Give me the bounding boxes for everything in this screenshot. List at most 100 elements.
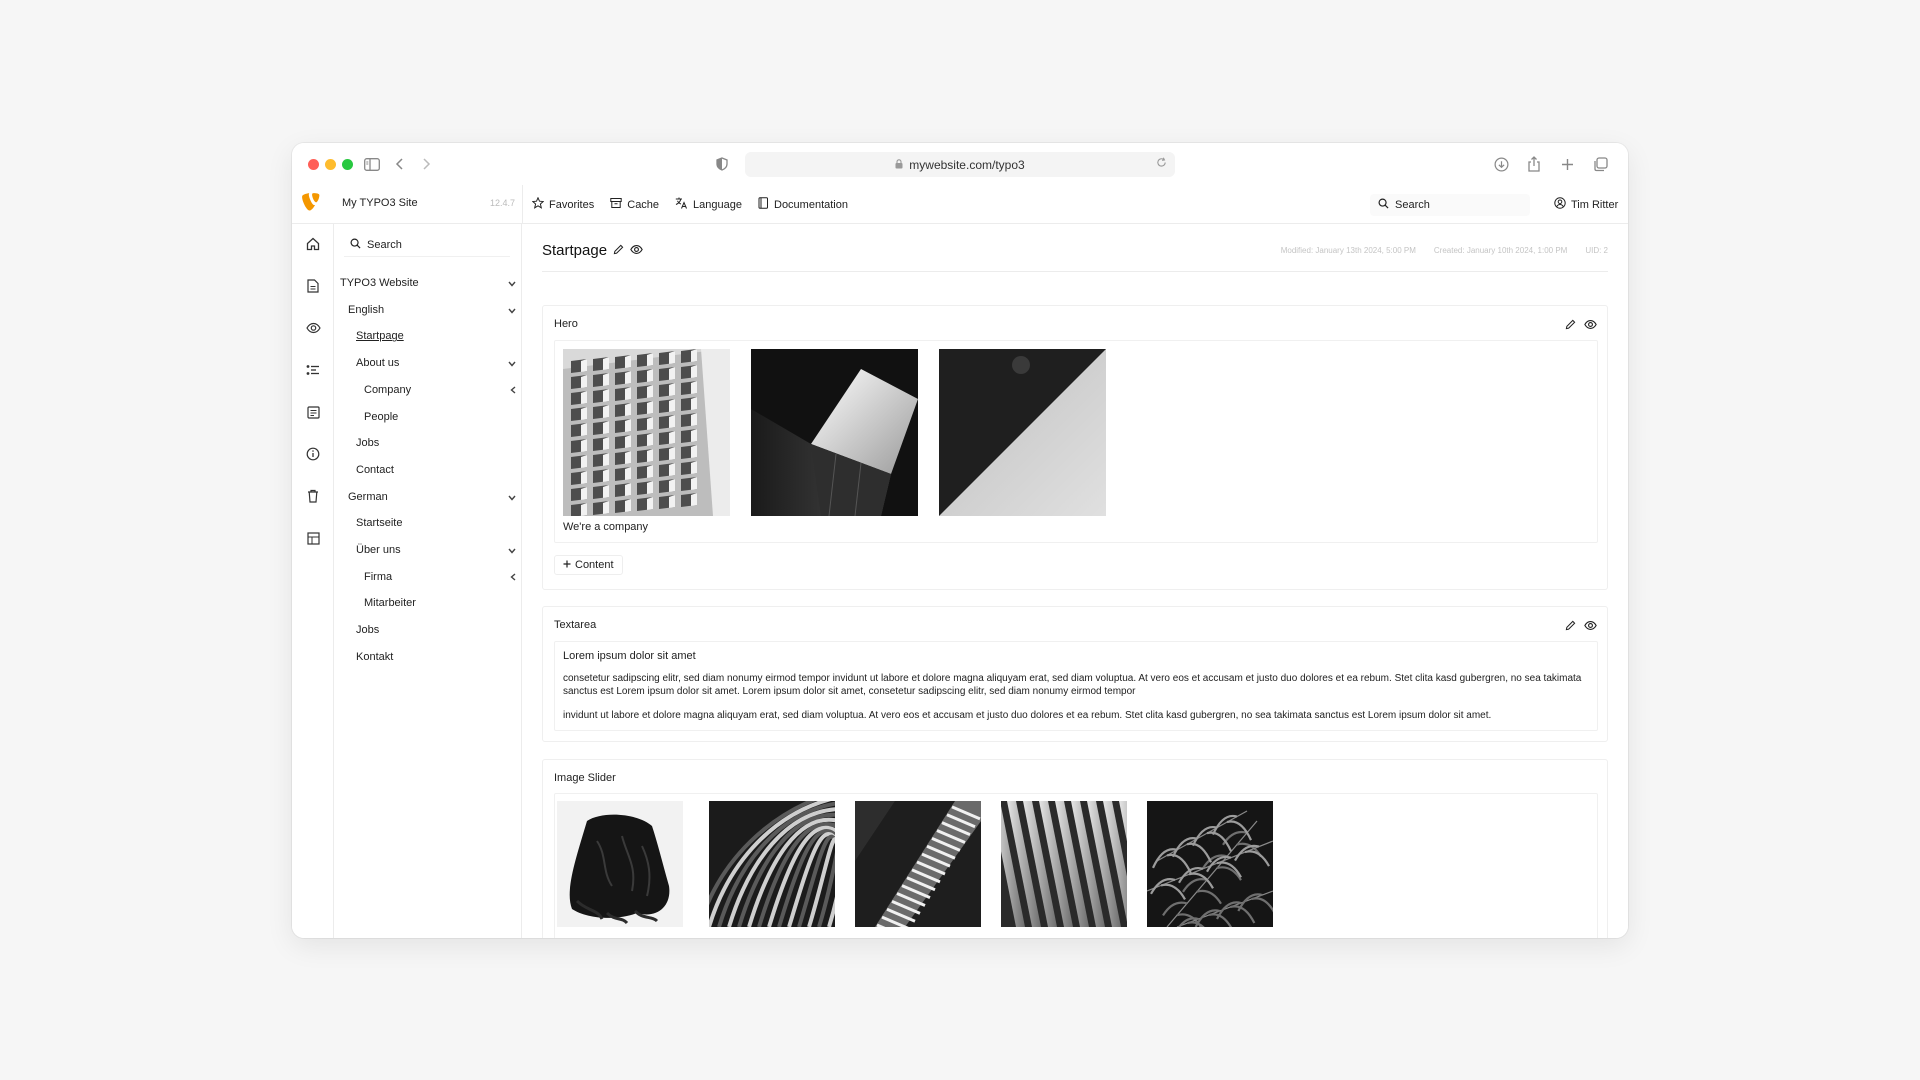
tree-item[interactable]: Jobs: [356, 434, 516, 452]
cache-button[interactable]: Cache: [610, 197, 659, 212]
slider-image-palm[interactable]: [1147, 801, 1273, 927]
hero-image-skylight[interactable]: [751, 349, 918, 516]
documentation-button[interactable]: Documentation: [758, 197, 848, 212]
tree-item-label: Kontakt: [356, 650, 394, 663]
address-bar[interactable]: mywebsite.com/typo3: [745, 152, 1175, 177]
tree-search-input[interactable]: Search: [344, 233, 510, 257]
tree-item-label: English: [348, 303, 385, 316]
edit-icon[interactable]: [1565, 618, 1576, 636]
chevron-down-icon[interactable]: [508, 492, 516, 504]
textarea-preview: Lorem ipsum dolor sit amet consetetur sa…: [554, 641, 1598, 731]
view-page-icon[interactable]: [630, 242, 643, 259]
global-search-input[interactable]: Search: [1370, 194, 1530, 216]
maximize-window-button[interactable]: [342, 159, 353, 170]
share-icon[interactable]: [1523, 153, 1545, 175]
close-window-button[interactable]: [308, 159, 319, 170]
language-button[interactable]: Language: [675, 197, 742, 212]
browser-toolbar: mywebsite.com/typo3: [292, 143, 1628, 185]
hero-image-diagonal-wall[interactable]: [939, 349, 1106, 516]
search-icon: [1378, 198, 1389, 212]
reload-icon[interactable]: [1156, 157, 1167, 171]
tree-item[interactable]: Mitarbeiter: [364, 594, 516, 612]
list-icon[interactable]: [303, 360, 323, 380]
typo3-topbar: My TYPO3 Site 12.4.7 Favorites Cache Lan…: [292, 185, 1628, 224]
textarea-paragraph-1: consetetur sadipscing elitr, sed diam no…: [563, 673, 1582, 697]
page-title: Startpage: [542, 242, 643, 259]
site-name[interactable]: My TYPO3 Site: [342, 197, 418, 209]
language-label: Language: [693, 198, 742, 211]
tree-item[interactable]: Über uns: [356, 541, 516, 559]
tree-item[interactable]: Startseite: [356, 514, 516, 532]
chevron-down-icon[interactable]: [508, 305, 516, 317]
info-icon[interactable]: [303, 444, 323, 464]
chevron-down-icon[interactable]: [508, 278, 516, 290]
tree-item[interactable]: Kontakt: [356, 648, 516, 666]
plus-icon: [563, 559, 571, 571]
page-header: Startpage Modified: January 13th 2024, 5…: [542, 242, 1608, 272]
download-icon[interactable]: [1490, 153, 1512, 175]
back-icon[interactable]: [389, 153, 411, 175]
url-text: mywebsite.com/typo3: [909, 157, 1025, 172]
privacy-shield-icon[interactable]: [711, 153, 733, 175]
table-icon[interactable]: [303, 528, 323, 548]
page-meta: Modified: January 13th 2024, 5:00 PM Cre…: [1281, 246, 1608, 255]
hero-caption: We're a company: [563, 521, 649, 533]
hero-actions: [1565, 317, 1597, 335]
tree-item[interactable]: Firma: [364, 568, 516, 586]
form-icon[interactable]: [303, 402, 323, 422]
tree-item[interactable]: About us: [356, 354, 516, 372]
lock-icon: [895, 158, 903, 172]
edit-page-icon[interactable]: [613, 242, 624, 259]
image-slider-content-element[interactable]: Image Slider: [542, 759, 1608, 938]
view-icon[interactable]: [303, 318, 323, 338]
divider: [522, 185, 523, 224]
sidebar-toggle-icon[interactable]: [361, 153, 383, 175]
forward-icon[interactable]: [415, 153, 437, 175]
tree-item[interactable]: Contact: [356, 461, 516, 479]
page-tree: Search TYPO3 Website English Startpage Abou…: [334, 224, 522, 938]
image-slider-preview: [554, 793, 1598, 938]
chevron-left-icon[interactable]: [510, 572, 516, 584]
page-uid: UID: 2: [1585, 246, 1608, 255]
textarea-content-element[interactable]: Textarea Lorem ipsum dolor sit amet cons…: [542, 606, 1608, 742]
edit-icon[interactable]: [1565, 317, 1576, 335]
archive-icon: [610, 197, 622, 212]
minimize-window-button[interactable]: [325, 159, 336, 170]
tree-item[interactable]: People: [364, 408, 516, 426]
add-content-button[interactable]: Content: [554, 555, 623, 575]
tree-item-label: About us: [356, 357, 400, 370]
tree-item-label: Firma: [364, 570, 393, 583]
trash-icon[interactable]: [303, 486, 323, 506]
tree-item-label: People: [364, 410, 399, 423]
user-menu[interactable]: Tim Ritter: [1554, 197, 1618, 212]
tree-item[interactable]: Jobs: [356, 621, 516, 639]
tree-item[interactable]: TYPO3 Website: [340, 274, 516, 292]
tree-item[interactable]: Company: [364, 381, 516, 399]
chevron-left-icon[interactable]: [510, 385, 516, 397]
slider-image-fabric[interactable]: [557, 801, 683, 927]
tab-overview-icon[interactable]: [1589, 153, 1611, 175]
favorites-label: Favorites: [549, 198, 595, 211]
page-icon[interactable]: [303, 276, 323, 296]
slider-image-stairs[interactable]: [855, 801, 981, 927]
visibility-icon[interactable]: [1584, 317, 1597, 335]
slider-image-curves[interactable]: [709, 801, 835, 927]
tree-item[interactable]: English: [348, 301, 516, 319]
typo3-logo-icon[interactable]: [302, 193, 324, 215]
new-tab-icon[interactable]: [1556, 153, 1578, 175]
tree-item[interactable]: Startpage: [356, 327, 516, 345]
hero-image-building[interactable]: [563, 349, 730, 516]
page-title-text: Startpage: [542, 242, 608, 259]
chevron-down-icon[interactable]: [508, 358, 516, 370]
favorites-button[interactable]: Favorites: [531, 196, 595, 212]
home-icon[interactable]: [303, 234, 323, 254]
tree-item-label: Company: [364, 383, 412, 396]
add-content-label: Content: [575, 559, 614, 571]
visibility-icon[interactable]: [1584, 618, 1597, 636]
hero-content-element[interactable]: Hero We're a company Content: [542, 305, 1608, 590]
user-name: Tim Ritter: [1571, 198, 1619, 211]
chevron-down-icon[interactable]: [508, 545, 516, 557]
tree-item-label: Mitarbeiter: [364, 597, 416, 610]
slider-image-fins[interactable]: [1001, 801, 1127, 927]
tree-item[interactable]: German: [348, 488, 516, 506]
